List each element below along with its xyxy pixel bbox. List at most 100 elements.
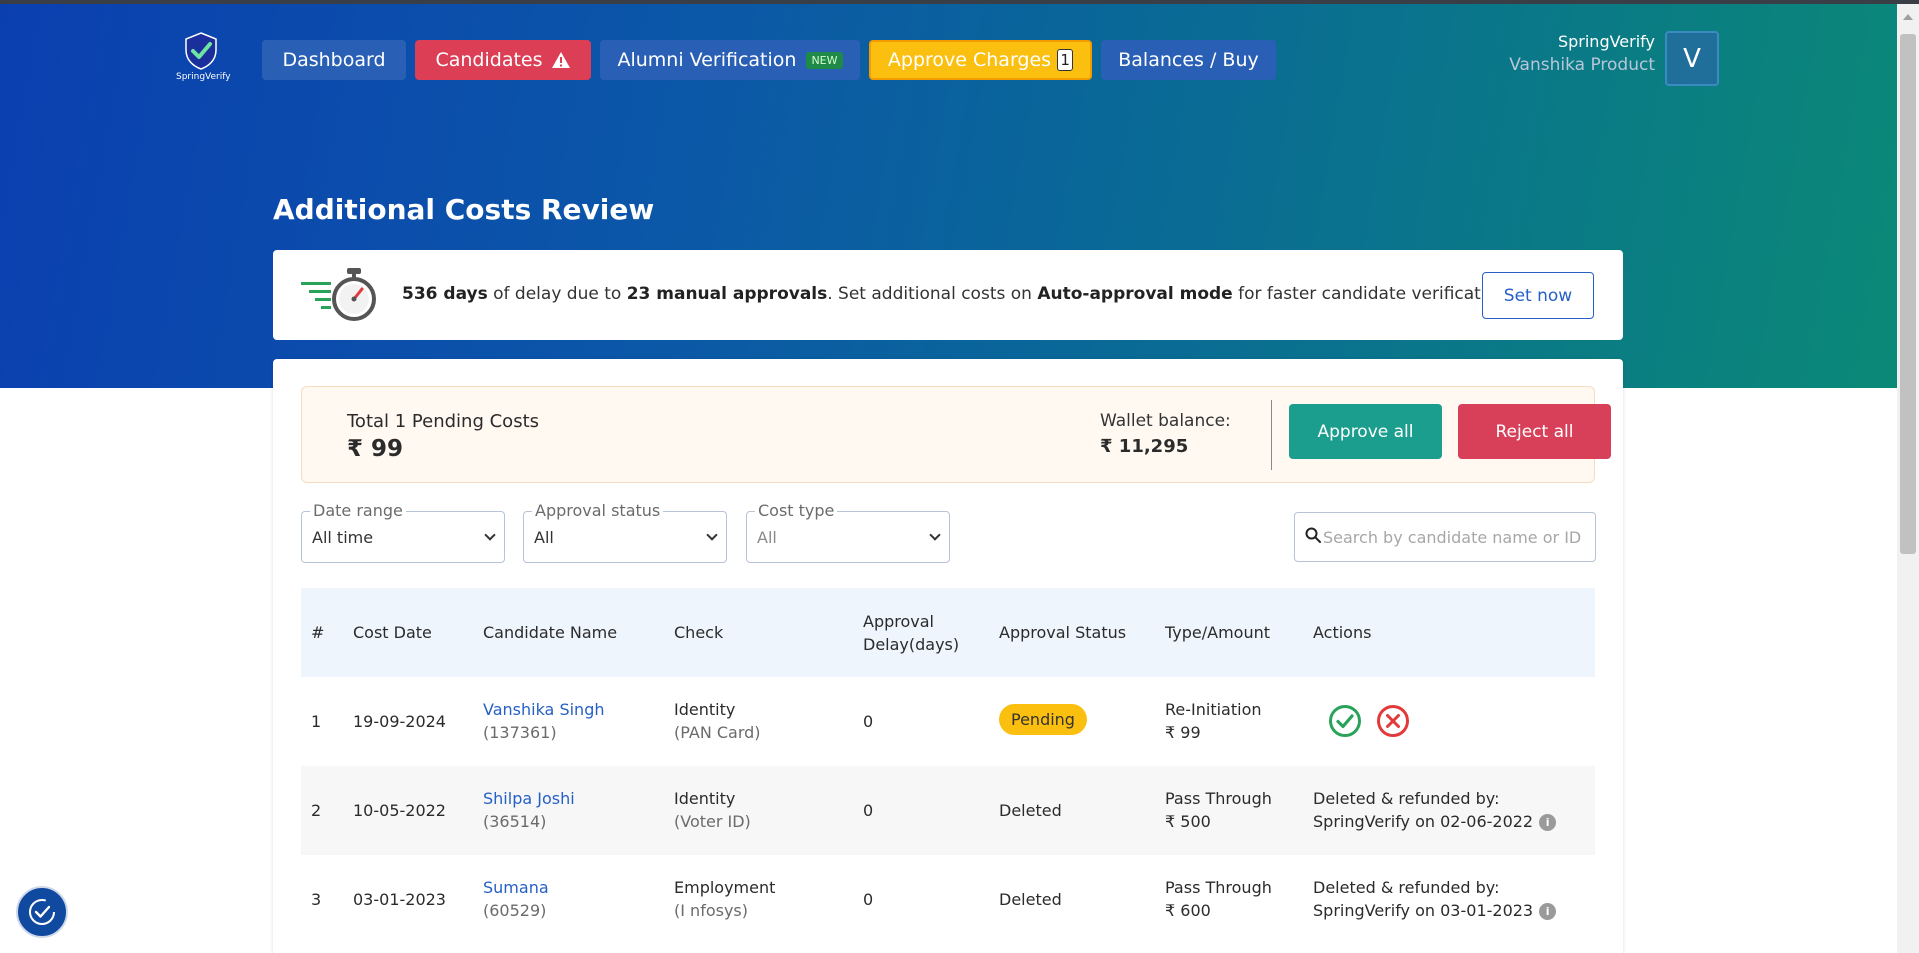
approve-check-circle-icon[interactable] [1328,704,1362,738]
header-delay-line1: Approval [863,612,934,631]
check-name: Identity [674,789,736,808]
scroll-up-icon[interactable] [1903,14,1913,20]
nav-balances-buy[interactable]: Balances / Buy [1101,40,1276,80]
row-num: 2 [311,801,322,820]
shield-check-icon [185,32,217,70]
banner-days: 536 days [402,284,488,304]
header-num: # [311,623,325,642]
chevron-down-icon [929,529,941,541]
candidate-id: (60529) [483,901,547,920]
cost-type-label: Cost type [755,501,838,520]
action-note-line2-text: SpringVerify on 02-06-2022 [1313,812,1534,831]
banner-text-3: for faster candidate verification. [1232,284,1513,304]
warning-icon [551,52,570,68]
search-box[interactable] [1294,512,1596,562]
candidate-name-link[interactable]: Vanshika Singh [483,698,604,721]
reject-all-button[interactable]: Reject all [1458,404,1611,459]
row-type-amount: Pass Through ₹ 600 [1165,876,1272,922]
approve-all-button[interactable]: Approve all [1289,404,1442,459]
user-org: SpringVerify [1557,32,1655,51]
wallet-label: Wallet balance: [1100,411,1231,431]
banner-text-1: of delay due to [487,284,627,304]
cost-amount: ₹ 99 [1165,723,1201,742]
cost-type: Pass Through [1165,789,1272,808]
table-row: 2 10-05-2022 Shilpa Joshi (36514) Identi… [301,766,1595,855]
banner-text-2: . Set additional costs on [827,284,1038,304]
stopwatch-icon [301,268,376,321]
check-sub: (PAN Card) [674,723,761,742]
date-range-select[interactable]: Date range All time [301,501,505,563]
banner-approvals: 23 manual approvals [626,284,828,304]
check-sub: (Voter ID) [674,812,751,831]
table-header: # Cost Date Candidate Name Check Approva… [301,588,1595,677]
scrollbar[interactable] [1897,4,1919,953]
header-candidate-name: Candidate Name [483,623,618,642]
action-note-line1: Deleted & refunded by: [1313,789,1500,808]
candidate-name-link[interactable]: Shilpa Joshi [483,787,575,810]
row-check: Identity (PAN Card) [674,698,761,744]
wallet-value: ₹ 11,295 [1100,436,1189,457]
nav-dashboard-label: Dashboard [282,49,386,71]
row-candidate: Vanshika Singh (137361) [483,698,604,744]
scrollbar-thumb[interactable] [1900,34,1916,554]
candidate-name-link[interactable]: Sumana [483,876,549,899]
row-date: 03-01-2023 [353,890,446,909]
header-check: Check [674,623,724,642]
header-approval-delay: Approval Delay(days) [863,610,959,656]
header-approval-status: Approval Status [999,623,1127,642]
avatar[interactable]: V [1665,31,1719,86]
logo-text: SpringVerify [176,72,231,82]
date-range-label: Date range [310,501,406,520]
row-check: Employment (I nfosys) [674,876,775,922]
nav-approve-charges[interactable]: Approve Charges 1 [869,40,1092,80]
header-cost-date: Cost Date [353,623,432,642]
candidate-id: (36514) [483,812,547,831]
candidate-id: (137361) [483,723,557,742]
banner-mode: Auto-approval mode [1037,284,1233,304]
page-title: Additional Costs Review [273,193,655,226]
row-status: Deleted [999,890,1062,909]
reject-x-circle-icon[interactable] [1376,704,1410,738]
action-note-line1: Deleted & refunded by: [1313,878,1500,897]
nav-candidates-label: Candidates [435,49,543,71]
approval-status-label: Approval status [532,501,664,520]
help-icon [29,899,55,925]
cost-type: Pass Through [1165,878,1272,897]
row-date: 19-09-2024 [353,712,446,731]
cost-type-select[interactable]: Cost type All [746,501,950,563]
nav-alumni-verification[interactable]: Alumni Verification NEW [600,40,860,80]
divider [1271,400,1272,470]
cost-type-value: All [757,528,777,547]
table-row: 3 03-01-2023 Sumana (60529) Employment (… [301,855,1595,944]
row-action-note: Deleted & refunded by: SpringVerify on 0… [1313,787,1557,833]
approval-status-select[interactable]: Approval status All [523,501,727,563]
row-candidate: Sumana (60529) [483,876,549,922]
chevron-down-icon [706,529,718,541]
cost-amount: ₹ 600 [1165,901,1211,920]
action-note-line2-text: SpringVerify on 03-01-2023 [1313,901,1534,920]
row-action-note: Deleted & refunded by: SpringVerify on 0… [1313,876,1557,922]
search-input[interactable] [1323,523,1588,551]
nav-candidates[interactable]: Candidates [415,40,591,80]
nav-dashboard[interactable]: Dashboard [262,40,406,80]
nav-balances-label: Balances / Buy [1118,49,1259,71]
banner-text: 536 days of delay due to 23 manual appro… [402,284,1512,304]
row-delay: 0 [863,712,874,731]
pending-title: Total 1 Pending Costs [347,411,540,432]
info-icon[interactable]: i [1539,903,1557,920]
row-check: Identity (Voter ID) [674,787,751,833]
chevron-down-icon [484,529,496,541]
nav-approve-label: Approve Charges [887,49,1052,71]
help-button[interactable] [16,886,68,938]
info-icon[interactable]: i [1539,814,1557,831]
header-delay-line2: Delay(days) [863,635,960,654]
approve-count-badge: 1 [1057,49,1074,71]
check-name: Identity [674,700,736,719]
check-sub: (I nfosys) [674,901,748,920]
springverify-logo[interactable]: SpringVerify [176,32,231,90]
row-delay: 0 [863,890,874,909]
user-info[interactable]: SpringVerify Vanshika Product [1480,32,1655,75]
set-now-button[interactable]: Set now [1482,272,1594,319]
user-name: Vanshika Product [1509,55,1655,75]
row-candidate: Shilpa Joshi (36514) [483,787,575,833]
